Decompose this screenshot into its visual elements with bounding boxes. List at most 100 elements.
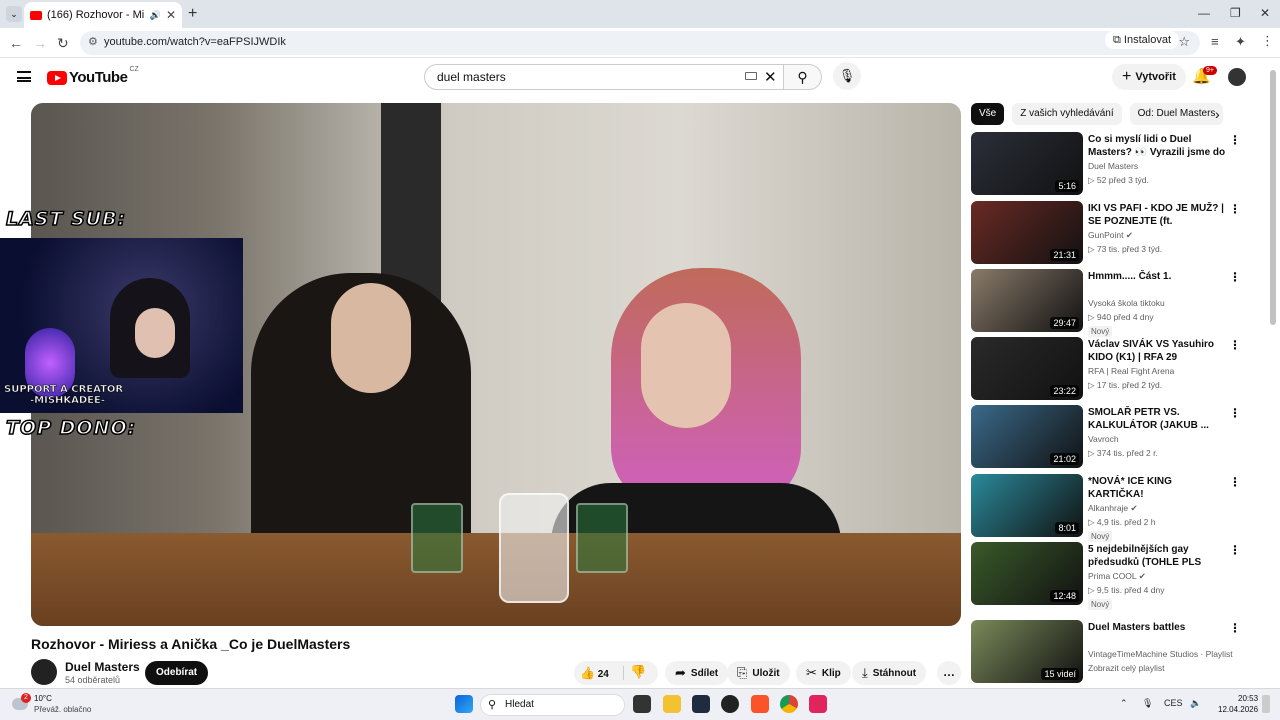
microphone-icon[interactable]: 🎙 [1142, 698, 1153, 709]
create-button[interactable]: + Vytvořit [1112, 64, 1186, 90]
clear-search-icon[interactable]: ✕ [764, 68, 777, 86]
chip-all[interactable]: Vše [971, 103, 1005, 125]
extensions-icon[interactable]: ✦ [1235, 34, 1246, 50]
share-button[interactable]: ➦ Sdílet [665, 661, 729, 685]
recommendation-item[interactable]: 8:01 *NOVÁ* ICE KING KARTIČKA! Alkanhraje … [971, 474, 1243, 542]
tiktok-icon[interactable] [809, 695, 827, 713]
recommendation-item[interactable]: 15 videí Duel Masters battles VintageTimeM… [971, 620, 1243, 684]
video-thumbnail[interactable]: 15 videí [971, 620, 1083, 683]
video-thumbnail[interactable]: 23:22 [971, 337, 1083, 400]
video-face-left [331, 283, 411, 393]
browser-tab-active[interactable]: (166) Rozhovor - Miriess a A 🔊 ✕ [24, 2, 182, 28]
download-button[interactable]: ⤓ Stáhnout [852, 661, 927, 685]
close-window-button[interactable]: ✕ [1260, 6, 1270, 20]
channel-avatar[interactable] [31, 659, 57, 685]
youtube-logo[interactable]: YouTube CZ [47, 66, 139, 86]
windows-taskbar: 2 10°C Převáž. oblačno ⚲ Hledat ⌃ 🎙 CES 🔈… [0, 688, 1280, 720]
tray-overflow-icon[interactable]: ⌃ [1120, 698, 1128, 709]
minimize-button[interactable]: — [1198, 6, 1210, 20]
recommendation-title[interactable]: Duel Masters battles [1088, 621, 1228, 634]
recommendation-item[interactable]: 21:02 SMOLAŘ PETR VS. KALKULÁTOR (JAKUB .… [971, 405, 1243, 469]
recommendation-title[interactable]: SMOLAŘ PETR VS. KALKULÁTOR (JAKUB ... [1088, 406, 1228, 432]
new-tab-button[interactable]: + [188, 5, 197, 23]
more-options-icon[interactable]: ⋮ [1229, 475, 1241, 489]
more-options-icon[interactable]: ⋮ [1229, 338, 1241, 352]
recommendation-item[interactable]: 5:16 Co si myslí lidi o Duel Masters? 👀 V… [971, 132, 1243, 196]
keyboard-icon[interactable] [745, 72, 757, 80]
subscribe-button[interactable]: Odebírat [145, 661, 209, 685]
close-tab-icon[interactable]: ✕ [166, 8, 176, 22]
taskbar-search[interactable]: ⚲ Hledat [480, 694, 625, 716]
recommendation-title[interactable]: 5 nejdebilnějších gay předsudků (TOHLE P… [1088, 543, 1228, 569]
recommendation-channel[interactable]: RFA | Real Fight Arena [1088, 366, 1174, 376]
task-view-icon[interactable] [633, 695, 651, 713]
search-input[interactable]: duel masters [424, 64, 784, 90]
recommendation-title[interactable]: Co si myslí lidi o Duel Masters? 👀 Vyraz… [1088, 133, 1228, 159]
recommendation-item[interactable]: 21:31 IKI VS PAFI - KDO JE MUŽ? | SE POZN… [971, 201, 1243, 265]
recommendation-channel[interactable]: Prima COOL ✔ [1088, 571, 1146, 582]
show-desktop-button[interactable] [1262, 695, 1270, 713]
speaker-icon[interactable]: 🔈 [1190, 698, 1201, 709]
recommendation-title[interactable]: IKI VS PAFI - KDO JE MUŽ? | SE POZNEJTE … [1088, 202, 1228, 228]
save-button[interactable]: ⎘ Uložit [727, 661, 790, 685]
dislike-button[interactable]: 👎 [630, 664, 646, 680]
page-scrollbar[interactable] [1270, 70, 1276, 325]
recommendation-title[interactable]: Václav SIVÁK VS Yasuhiro KIDO (K1) | RFA… [1088, 338, 1228, 364]
more-options-icon[interactable]: ⋮ [1229, 406, 1241, 420]
recommendation-channel[interactable]: Vavroch [1088, 434, 1119, 444]
brave-icon[interactable] [751, 695, 769, 713]
recommendation-title[interactable]: *NOVÁ* ICE KING KARTIČKA! [1088, 475, 1228, 501]
forward-button[interactable]: → [33, 35, 47, 51]
video-thumbnail[interactable]: 21:31 [971, 201, 1083, 264]
search-button[interactable]: ⚲ [784, 64, 822, 90]
video-thumbnail[interactable]: 5:16 [971, 132, 1083, 195]
video-thumbnail[interactable]: 12:48 [971, 542, 1083, 605]
file-explorer-icon[interactable] [663, 695, 681, 713]
recommendation-item[interactable]: 23:22 Václav SIVÁK VS Yasuhiro KIDO (K1) … [971, 337, 1243, 401]
install-app-button[interactable]: ⧉ Instalovat [1105, 31, 1180, 49]
reload-button[interactable]: ↻ [57, 35, 69, 52]
chrome-icon[interactable] [780, 695, 798, 713]
avatar[interactable] [1228, 68, 1246, 86]
site-info-icon[interactable]: ⚙ [88, 35, 98, 48]
more-options-icon[interactable]: ⋮ [1229, 543, 1241, 557]
like-button[interactable]: 👍 24 [580, 666, 609, 680]
maximize-button[interactable]: ❐ [1230, 6, 1241, 20]
reading-list-icon[interactable]: ≡ [1211, 34, 1219, 49]
chip-from-searches[interactable]: Z vašich vyhledávání [1012, 103, 1122, 125]
address-bar[interactable]: ⚙ youtube.com/watch?v=eaFPSIJWDIk ☆ [80, 31, 1200, 55]
recommendation-channel[interactable]: VintageTimeMachine Studios · Playlist [1088, 649, 1233, 659]
language-indicator[interactable]: CES [1164, 698, 1183, 708]
clip-button[interactable]: ✂ Klip [796, 661, 851, 685]
more-options-icon[interactable]: ⋮ [1229, 270, 1241, 284]
voice-search-icon[interactable]: 🎙 [833, 62, 861, 90]
start-icon[interactable] [455, 695, 473, 713]
steam-icon[interactable] [692, 695, 710, 713]
chevron-right-icon[interactable]: › [1215, 106, 1220, 122]
app-icon[interactable] [721, 695, 739, 713]
recommendation-channel[interactable]: Duel Masters [1088, 161, 1138, 171]
channel-name[interactable]: Duel Masters [65, 660, 140, 674]
tab-search-button[interactable]: ⌄ [6, 6, 22, 22]
back-button[interactable]: ← [9, 35, 23, 51]
speaker-icon[interactable]: 🔊 [150, 10, 161, 21]
clock[interactable]: 20:53 12.04.2026 [1218, 693, 1258, 715]
more-options-icon[interactable]: ⋮ [1229, 202, 1241, 216]
video-thumbnail[interactable]: 8:01 [971, 474, 1083, 537]
recommendation-item[interactable]: 29:47 Hmmm..... Část 1. Vysoká škola tikto… [971, 269, 1243, 337]
recommendation-item[interactable]: 12:48 5 nejdebilnějších gay předsudků (TO… [971, 542, 1243, 610]
video-thumbnail[interactable]: 21:02 [971, 405, 1083, 468]
recommendation-channel[interactable]: Alkanhraje ✔ [1088, 503, 1138, 514]
video-thumbnail[interactable]: 29:47 [971, 269, 1083, 332]
menu-icon[interactable] [17, 71, 31, 82]
more-options-icon[interactable]: ⋮ [1229, 133, 1241, 147]
chip-from-channel[interactable]: Od: Duel Masters [1129, 103, 1224, 125]
browser-menu-icon[interactable]: ⋮ [1261, 33, 1274, 49]
recommendation-title[interactable]: Hmmm..... Část 1. [1088, 270, 1228, 283]
recommendation-channel[interactable]: Vysoká škola tiktoku [1088, 298, 1165, 308]
more-actions-button[interactable]: … [937, 661, 961, 685]
video-glass-left [411, 503, 463, 573]
bookmark-star-icon[interactable]: ☆ [1178, 34, 1190, 50]
more-options-icon[interactable]: ⋮ [1229, 621, 1241, 635]
recommendation-channel[interactable]: GunPoint ✔ [1088, 230, 1133, 241]
